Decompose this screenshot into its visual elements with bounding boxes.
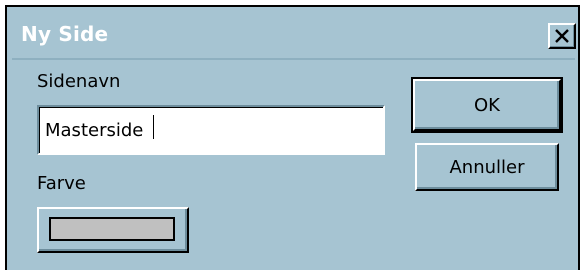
close-icon [555,29,569,43]
cancel-button[interactable]: Annuller [415,143,559,191]
text-caret [153,115,154,139]
name-input[interactable] [37,105,385,155]
close-button[interactable] [548,23,576,49]
ny-side-dialog: Ny Side Sidenavn Farve OK Annuller [5,5,580,270]
name-label: Sidenavn [37,71,121,92]
color-label: Farve [37,173,86,194]
color-picker-button[interactable] [37,207,189,253]
title-bar[interactable]: Ny Side [12,13,576,60]
ok-button[interactable]: OK [411,77,563,133]
dialog-title: Ny Side [21,22,109,46]
color-swatch [49,217,175,241]
